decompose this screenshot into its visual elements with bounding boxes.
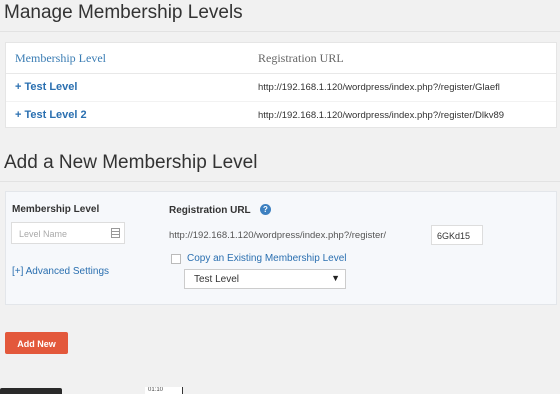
registration-url: http://192.168.1.120/wordpress/index.php… (258, 110, 505, 121)
table-header: Membership Level Registration URL (6, 43, 556, 74)
advanced-settings-link[interactable]: [+] Advanced Settings (12, 266, 109, 277)
membership-levels-table: Membership Level Registration URL + Test… (5, 42, 557, 128)
level-link[interactable]: + Test Level 2 (15, 109, 87, 121)
list-icon (111, 228, 120, 238)
section-title: Add a New Membership Level (4, 152, 258, 173)
column-membership-level[interactable]: Membership Level (15, 51, 106, 66)
membership-level-label: Membership Level (12, 204, 100, 215)
level-name-input[interactable] (17, 224, 111, 244)
add-level-form: Membership Level Registration URL ? http… (5, 191, 557, 305)
add-new-button[interactable]: Add New (5, 332, 68, 354)
copy-level-checkbox[interactable] (171, 254, 181, 264)
help-icon[interactable]: ? (260, 204, 271, 215)
copy-level-select[interactable]: Test Level ▼ (184, 269, 346, 289)
divider (0, 181, 560, 182)
dropdown-arrow-icon: ▼ (331, 273, 340, 283)
registration-url: http://192.168.1.120/wordpress/index.php… (258, 82, 500, 93)
table-row: + Test Level http://192.168.1.120/wordpr… (6, 74, 556, 102)
url-code-field[interactable] (431, 225, 485, 245)
taskbar-fragment (0, 388, 62, 394)
page: Manage Membership Levels Membership Leve… (0, 0, 560, 394)
bottom-fragment: 01:10 (145, 387, 183, 394)
table-row: + Test Level 2 http://192.168.1.120/word… (6, 102, 556, 129)
page-title: Manage Membership Levels (4, 2, 243, 23)
copy-level-label[interactable]: Copy an Existing Membership Level (187, 253, 347, 264)
level-link[interactable]: + Test Level (15, 81, 77, 93)
registration-url-prefix: http://192.168.1.120/wordpress/index.php… (169, 230, 387, 241)
column-registration-url: Registration URL (258, 51, 344, 65)
copy-level-select-value: Test Level (194, 274, 240, 285)
url-code-input[interactable] (435, 227, 485, 245)
level-name-field[interactable] (11, 222, 125, 244)
registration-url-label: Registration URL (169, 205, 251, 216)
divider (0, 31, 560, 32)
